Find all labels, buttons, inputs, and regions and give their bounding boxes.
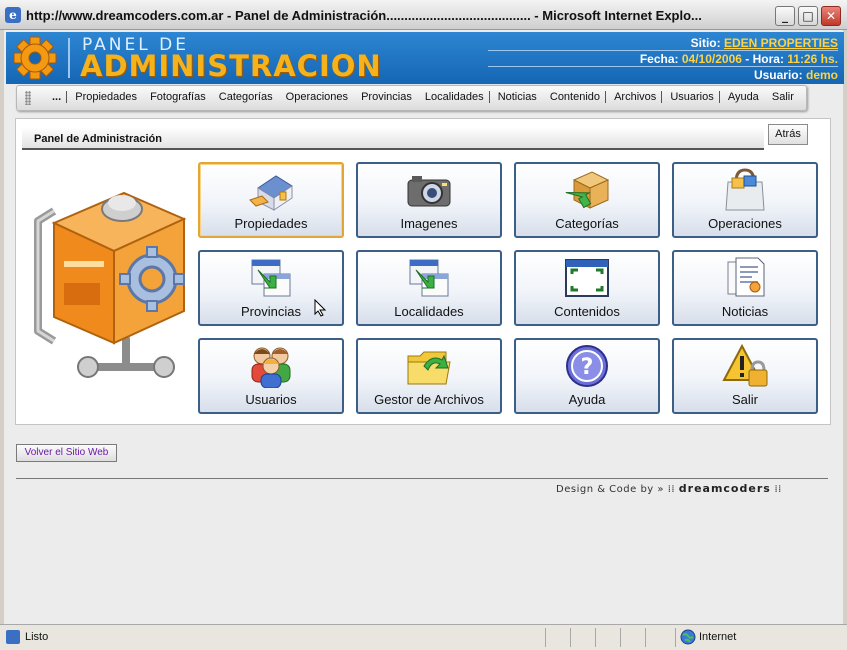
document-icon <box>727 257 765 297</box>
main-menu: ... Propiedades Fotografías Categorías O… <box>16 85 807 111</box>
svg-text:?: ? <box>581 355 594 380</box>
tile-label: Contenidos <box>554 304 620 319</box>
house-icon <box>249 175 293 211</box>
ie-icon: e <box>5 7 21 23</box>
window-arrow-icon <box>251 259 291 297</box>
menu-item-noticias[interactable]: Noticias <box>493 91 542 103</box>
tile-label: Propiedades <box>234 216 308 231</box>
tile-label: Ayuda <box>568 392 606 407</box>
window-arrow-icon <box>409 259 449 297</box>
status-cell <box>545 628 546 647</box>
status-cell <box>645 628 646 647</box>
menu-item-contenido[interactable]: Contenido <box>545 91 607 103</box>
site-link[interactable]: EDEN PROPERTIES <box>724 36 838 50</box>
time-value: 11:26 hs. <box>787 52 838 66</box>
tile-contenidos[interactable]: Contenidos <box>514 250 660 326</box>
tile-label: Imagenes <box>400 216 458 231</box>
credit-grip-icon: ⁞⁞ <box>667 484 676 495</box>
status-text: Listo <box>25 631 49 643</box>
help-icon: ? <box>566 345 608 387</box>
footer-credit: Design & Code by » ⁞⁞ dreamcoders ⁞⁞ <box>556 482 782 495</box>
users-icon <box>251 347 291 388</box>
brand-title: ADMINISTRACION <box>80 49 382 83</box>
minimize-button[interactable]: _ <box>775 6 795 26</box>
credit-brand[interactable]: dreamcoders <box>679 482 771 495</box>
panel-title: Panel de Administración <box>22 127 764 150</box>
page-status-icon <box>6 630 20 644</box>
tile-usuarios[interactable]: Usuarios <box>198 338 344 414</box>
admin-box-logo-icon <box>34 191 187 378</box>
menu-item-propiedades[interactable]: Propiedades <box>70 91 142 103</box>
menu-grip-icon[interactable] <box>25 91 31 105</box>
user-value: demo <box>805 68 838 82</box>
menu-item-salir[interactable]: Salir <box>767 91 799 103</box>
user-label: Usuario: <box>753 68 803 82</box>
date-value: 04/10/2006 <box>681 52 742 66</box>
tile-imagenes[interactable]: Imagenes <box>356 162 502 238</box>
gear-logo-icon <box>13 36 57 80</box>
tile-salir[interactable]: Salir <box>672 338 818 414</box>
globe-icon <box>680 629 696 645</box>
admin-header: PANEL DE ADMINISTRACION Sitio: EDEN PROP… <box>6 32 844 84</box>
status-bar: Listo Internet <box>0 624 847 650</box>
camera-icon <box>407 176 451 207</box>
header-info: Sitio: EDEN PROPERTIES Fecha: 04/10/2006… <box>488 35 838 83</box>
warning-lock-icon <box>722 344 768 387</box>
tile-categorias[interactable]: Categorías <box>514 162 660 238</box>
box-arrow-icon <box>565 171 610 209</box>
tile-noticias[interactable]: Noticias <box>672 250 818 326</box>
tile-localidades[interactable]: Localidades <box>356 250 502 326</box>
shopping-bag-icon <box>725 168 765 211</box>
site-label: Sitio: <box>690 36 721 50</box>
tile-gestor-archivos[interactable]: Gestor de Archivos <box>356 338 502 414</box>
window-title: http://www.dreamcoders.com.ar - Panel de… <box>26 8 702 23</box>
user-row: Usuario: demo <box>488 67 838 83</box>
credit-text: Design & Code by » <box>556 484 665 495</box>
screen-frame-icon <box>565 259 609 297</box>
folder-arrow-icon <box>407 351 451 385</box>
menu-item-categorias[interactable]: Categorías <box>214 91 278 103</box>
tile-label: Operaciones <box>708 216 782 231</box>
time-label: - Hora: <box>745 52 784 66</box>
window-titlebar: e http://www.dreamcoders.com.ar - Panel … <box>0 0 847 30</box>
tile-label: Usuarios <box>245 392 297 407</box>
tile-label: Categorías <box>555 216 619 231</box>
back-button[interactable]: Atrás <box>768 124 808 145</box>
maximize-button[interactable]: □ <box>798 6 818 26</box>
tile-label: Gestor de Archivos <box>374 392 484 407</box>
status-cell <box>570 628 571 647</box>
tile-label: Salir <box>731 392 758 407</box>
status-cell <box>620 628 621 647</box>
menu-more[interactable]: ... <box>47 91 68 103</box>
admin-panel: Panel de Administración Atrás Propiedade… <box>15 118 831 425</box>
date-label: Fecha: <box>639 52 679 66</box>
menu-item-fotografias[interactable]: Fotografías <box>145 91 211 103</box>
menu-item-ayuda[interactable]: Ayuda <box>723 91 764 103</box>
tile-ayuda[interactable]: ? Ayuda <box>514 338 660 414</box>
brand-divider <box>68 38 70 78</box>
status-cell <box>675 628 676 647</box>
security-zone: Internet <box>699 631 737 643</box>
site-row: Sitio: EDEN PROPERTIES <box>488 35 838 51</box>
tile-propiedades[interactable]: Propiedades <box>198 162 344 238</box>
menu-item-provincias[interactable]: Provincias <box>356 91 417 103</box>
date-row: Fecha: 04/10/2006 - Hora: 11:26 hs. <box>488 51 838 67</box>
footer-divider <box>16 478 828 479</box>
menu-item-usuarios[interactable]: Usuarios <box>665 91 720 103</box>
tile-label: Noticias <box>721 304 769 319</box>
menu-item-localidades[interactable]: Localidades <box>420 91 490 103</box>
credit-grip-icon-end: ⁞⁞ <box>774 484 782 495</box>
status-cell <box>595 628 596 647</box>
menu-list: ... Propiedades Fotografías Categorías O… <box>47 91 799 103</box>
tile-operaciones[interactable]: Operaciones <box>672 162 818 238</box>
tile-label: Localidades <box>394 304 464 319</box>
back-to-site-button[interactable]: Volver el Sitio Web <box>16 444 117 462</box>
menu-item-archivos[interactable]: Archivos <box>609 91 663 103</box>
browser-content: PANEL DE ADMINISTRACION Sitio: EDEN PROP… <box>4 30 844 624</box>
close-button[interactable]: ✕ <box>821 6 841 26</box>
menu-item-operaciones[interactable]: Operaciones <box>281 91 353 103</box>
mouse-cursor-icon <box>314 299 326 317</box>
